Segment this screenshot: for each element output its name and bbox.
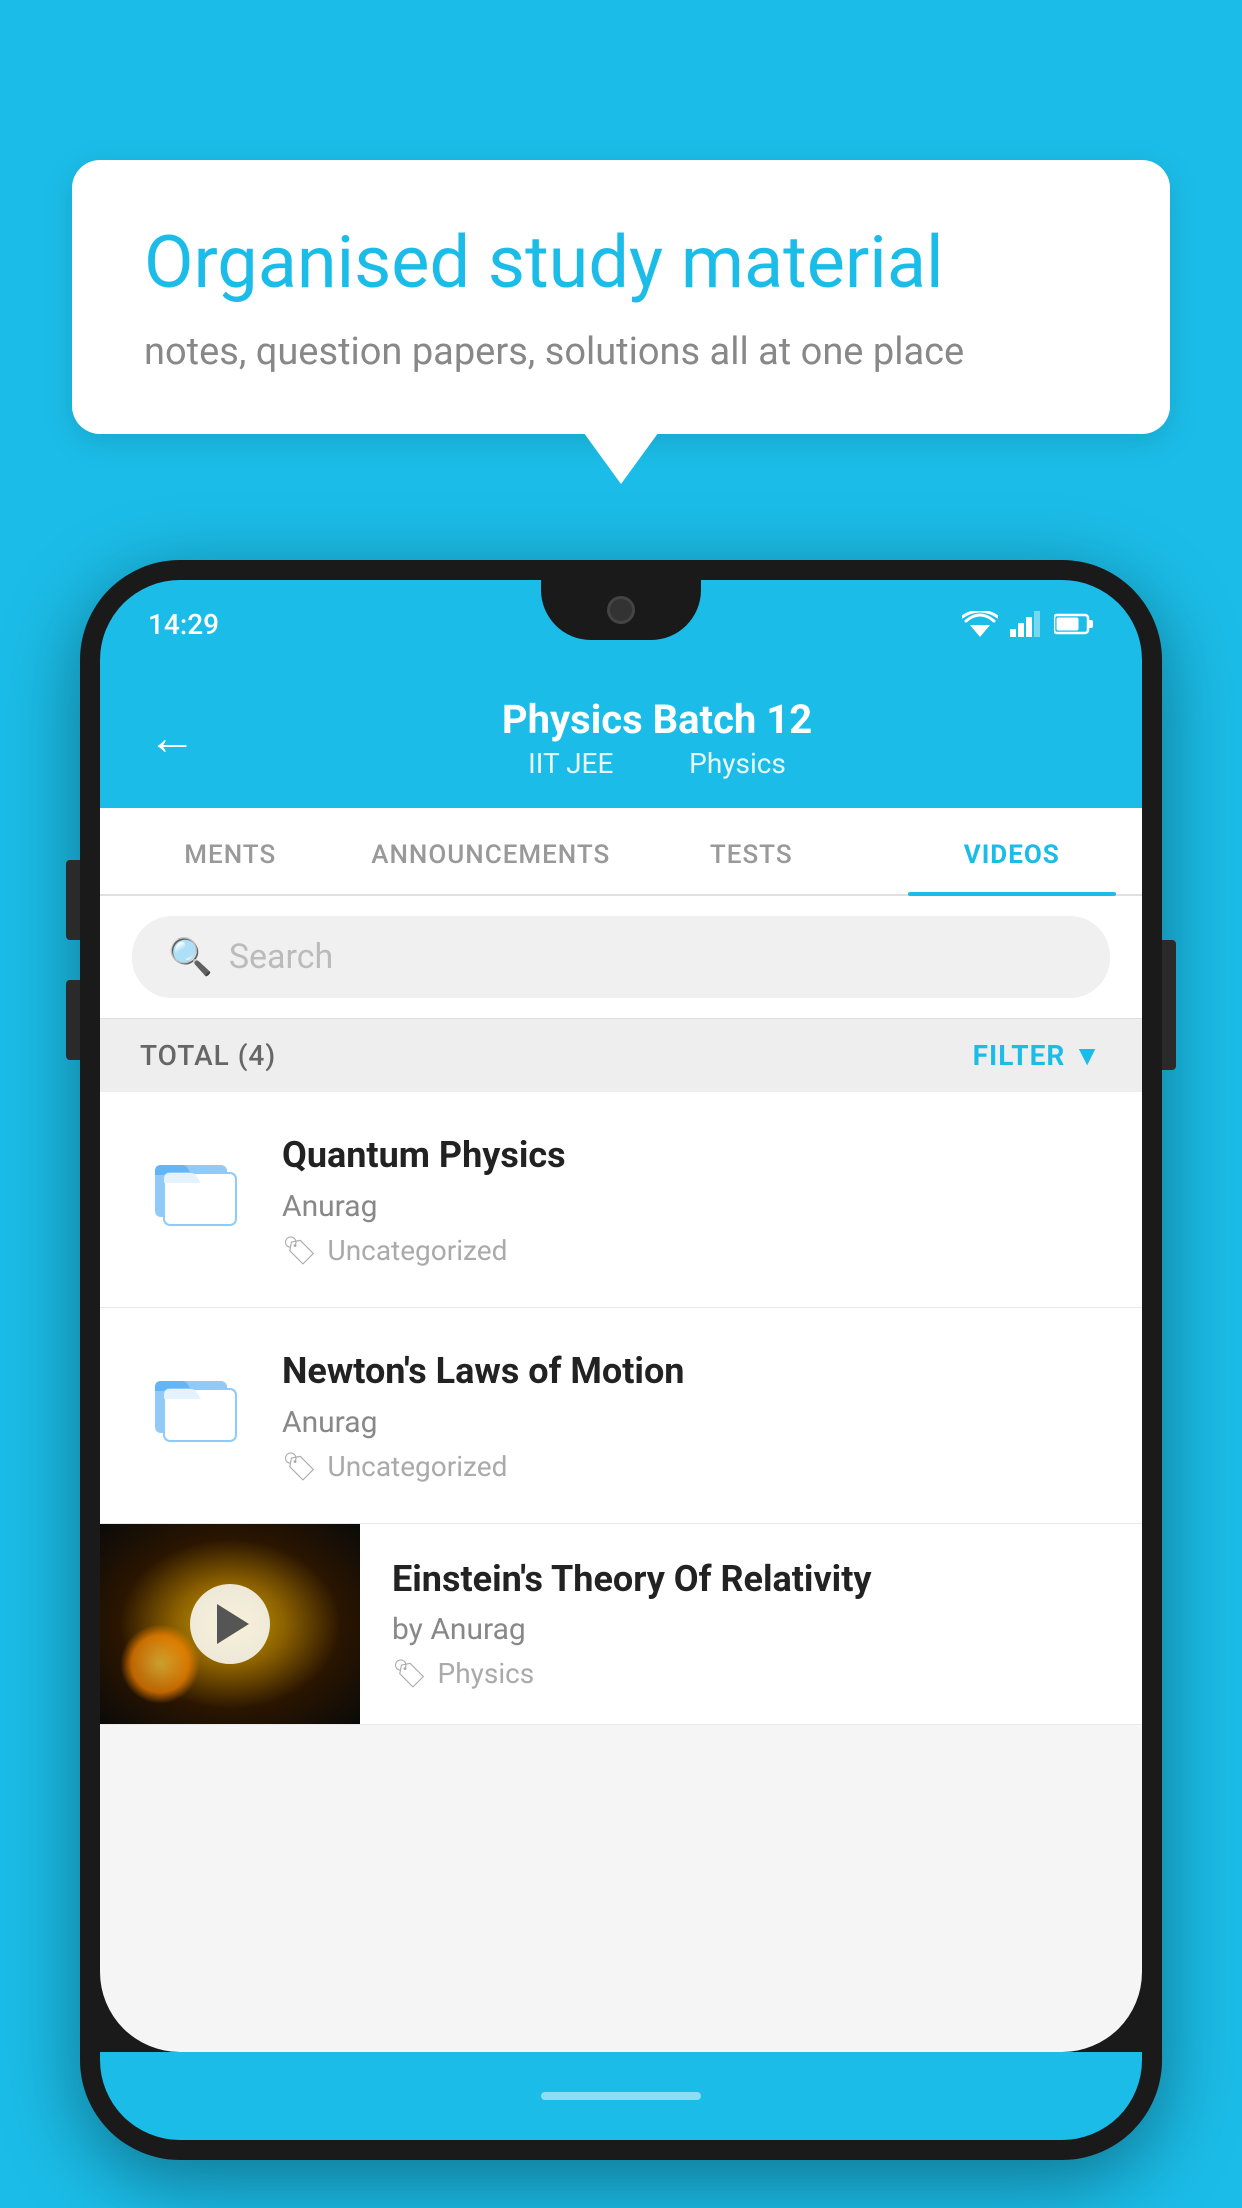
filter-button[interactable]: FILTER ▼ [973, 1039, 1102, 1072]
battery-icon [1054, 613, 1094, 635]
list-item[interactable]: Quantum Physics Anurag 🏷 Uncategorized [100, 1092, 1142, 1308]
tag-icon: 🏷 [392, 1657, 428, 1690]
folder-icon [150, 1147, 240, 1227]
home-indicator[interactable] [541, 2092, 701, 2100]
list-item[interactable]: Einstein's Theory Of Relativity by Anura… [100, 1524, 1142, 1725]
back-button[interactable]: ← [148, 714, 196, 762]
item-3-tag: 🏷 Physics [392, 1657, 1110, 1690]
tab-tests[interactable]: TESTS [621, 808, 882, 894]
speech-bubble-subtitle: notes, question papers, solutions all at… [144, 330, 1098, 374]
phone-frame: 14:29 [80, 560, 1162, 2160]
item-1-info: Quantum Physics Anurag 🏷 Uncategorized [282, 1132, 1102, 1267]
item-2-tag: 🏷 Uncategorized [282, 1450, 1102, 1483]
folder-icon [150, 1363, 240, 1443]
item-3-tag-label: Physics [438, 1657, 535, 1690]
filter-label: FILTER [973, 1039, 1066, 1072]
video-list: Quantum Physics Anurag 🏷 Uncategorized [100, 1092, 1142, 1725]
item-3-title: Einstein's Theory Of Relativity [392, 1556, 1110, 1603]
search-container: 🔍 Search [100, 896, 1142, 1019]
item-1-tag-label: Uncategorized [328, 1234, 508, 1267]
app-screen: ← Physics Batch 12 IIT JEE Physics MENTS… [100, 668, 1142, 2052]
tab-announcements[interactable]: ANNOUNCEMENTS [361, 808, 622, 894]
wifi-icon [962, 611, 998, 637]
header-subtitle-sep [644, 747, 658, 780]
header-subtitle: IIT JEE Physics [220, 747, 1094, 780]
play-button[interactable] [190, 1584, 270, 1664]
tab-ments[interactable]: MENTS [100, 808, 361, 894]
status-icons [962, 611, 1094, 637]
header-subtitle-iit: IIT JEE [528, 747, 613, 780]
item-1-author: Anurag [282, 1189, 1102, 1224]
total-count: TOTAL (4) [140, 1039, 276, 1072]
item-1-thumbnail [140, 1132, 250, 1242]
item-3-author: by Anurag [392, 1612, 1110, 1647]
front-camera [607, 596, 635, 624]
phone-notch [541, 580, 701, 640]
play-icon [217, 1604, 249, 1644]
search-input[interactable]: Search [229, 937, 333, 977]
item-3-info: Einstein's Theory Of Relativity by Anura… [360, 1524, 1142, 1723]
item-2-tag-label: Uncategorized [328, 1450, 508, 1483]
item-2-thumbnail [140, 1348, 250, 1458]
tabs-bar: MENTS ANNOUNCEMENTS TESTS VIDEOS [100, 808, 1142, 896]
search-icon: 🔍 [168, 936, 213, 978]
header-subtitle-physics: Physics [689, 747, 786, 780]
item-3-video-thumbnail [100, 1524, 360, 1724]
power-button [1162, 940, 1176, 1070]
search-bar[interactable]: 🔍 Search [132, 916, 1110, 998]
filter-icon: ▼ [1073, 1039, 1102, 1072]
volume-down-button [66, 980, 80, 1060]
speech-bubble: Organised study material notes, question… [72, 160, 1170, 434]
tag-icon: 🏷 [282, 1234, 318, 1267]
item-2-title: Newton's Laws of Motion [282, 1348, 1102, 1395]
list-item[interactable]: Newton's Laws of Motion Anurag 🏷 Uncateg… [100, 1308, 1142, 1524]
status-time: 14:29 [148, 608, 219, 641]
item-1-tag: 🏷 Uncategorized [282, 1234, 1102, 1267]
app-header: ← Physics Batch 12 IIT JEE Physics [100, 668, 1142, 808]
filter-bar: TOTAL (4) FILTER ▼ [100, 1019, 1142, 1092]
item-2-author: Anurag [282, 1405, 1102, 1440]
volume-up-button [66, 860, 80, 940]
item-1-title: Quantum Physics [282, 1132, 1102, 1179]
tag-icon: 🏷 [282, 1450, 318, 1483]
speech-bubble-title: Organised study material [144, 220, 1098, 306]
tab-videos[interactable]: VIDEOS [882, 808, 1143, 894]
phone-bottom-bar [100, 2052, 1142, 2140]
header-title: Physics Batch 12 [220, 696, 1094, 743]
phone-device: 14:29 [80, 560, 1162, 2208]
status-bar: 14:29 [100, 580, 1142, 668]
signal-icon [1010, 611, 1042, 637]
header-center: Physics Batch 12 IIT JEE Physics [220, 696, 1094, 780]
item-2-info: Newton's Laws of Motion Anurag 🏷 Uncateg… [282, 1348, 1102, 1483]
